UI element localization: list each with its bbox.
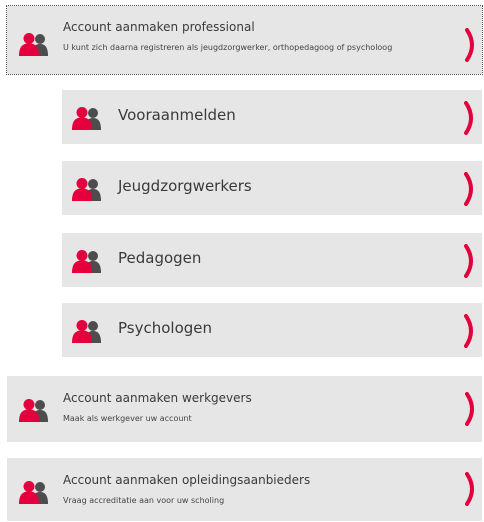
menu-item-subtitle: Vraag accreditatie aan voor uw scholing [63,496,225,505]
menu-item-account-professional[interactable]: Account aanmaken professional U kunt zic… [6,5,483,75]
chevron-right-icon [464,244,478,278]
menu-item-title: Pedagogen [118,249,202,267]
menu-item-title: Psychologen [118,319,213,337]
chevron-right-icon [464,314,478,348]
chevron-right-icon [465,392,479,426]
chevron-right-icon [464,172,478,206]
chevron-right-icon [465,472,479,506]
menu-item-psychologen[interactable]: Psychologen [62,303,482,357]
menu-item-subtitle: Maak als werkgever uw account [63,414,192,423]
menu-item-title: Vooraanmelden [118,106,236,124]
menu-item-title: Jeugdzorgwerkers [118,177,252,195]
menu-item-vooraanmelden[interactable]: Vooraanmelden [62,90,482,144]
menu-item-subtitle: U kunt zich daarna registreren als jeugd… [63,43,393,52]
users-icon [19,32,49,56]
users-icon [19,480,49,504]
menu-item-title: Account aanmaken werkgevers [63,391,252,405]
menu-item-jeugdzorgwerkers[interactable]: Jeugdzorgwerkers [62,161,482,215]
chevron-right-icon [465,28,479,62]
menu-item-title: Account aanmaken opleidingsaanbieders [63,473,311,487]
users-icon [72,106,102,130]
menu-item-account-werkgevers[interactable]: Account aanmaken werkgevers Maak als wer… [7,376,482,442]
users-icon [72,249,102,273]
menu-item-account-opleidingsaanbieders[interactable]: Account aanmaken opleidingsaanbieders Vr… [7,458,482,521]
menu-item-pedagogen[interactable]: Pedagogen [62,233,482,287]
users-icon [19,398,49,422]
chevron-right-icon [464,101,478,135]
menu-item-title: Account aanmaken professional [63,20,255,34]
users-icon [72,177,102,201]
users-icon [72,319,102,343]
